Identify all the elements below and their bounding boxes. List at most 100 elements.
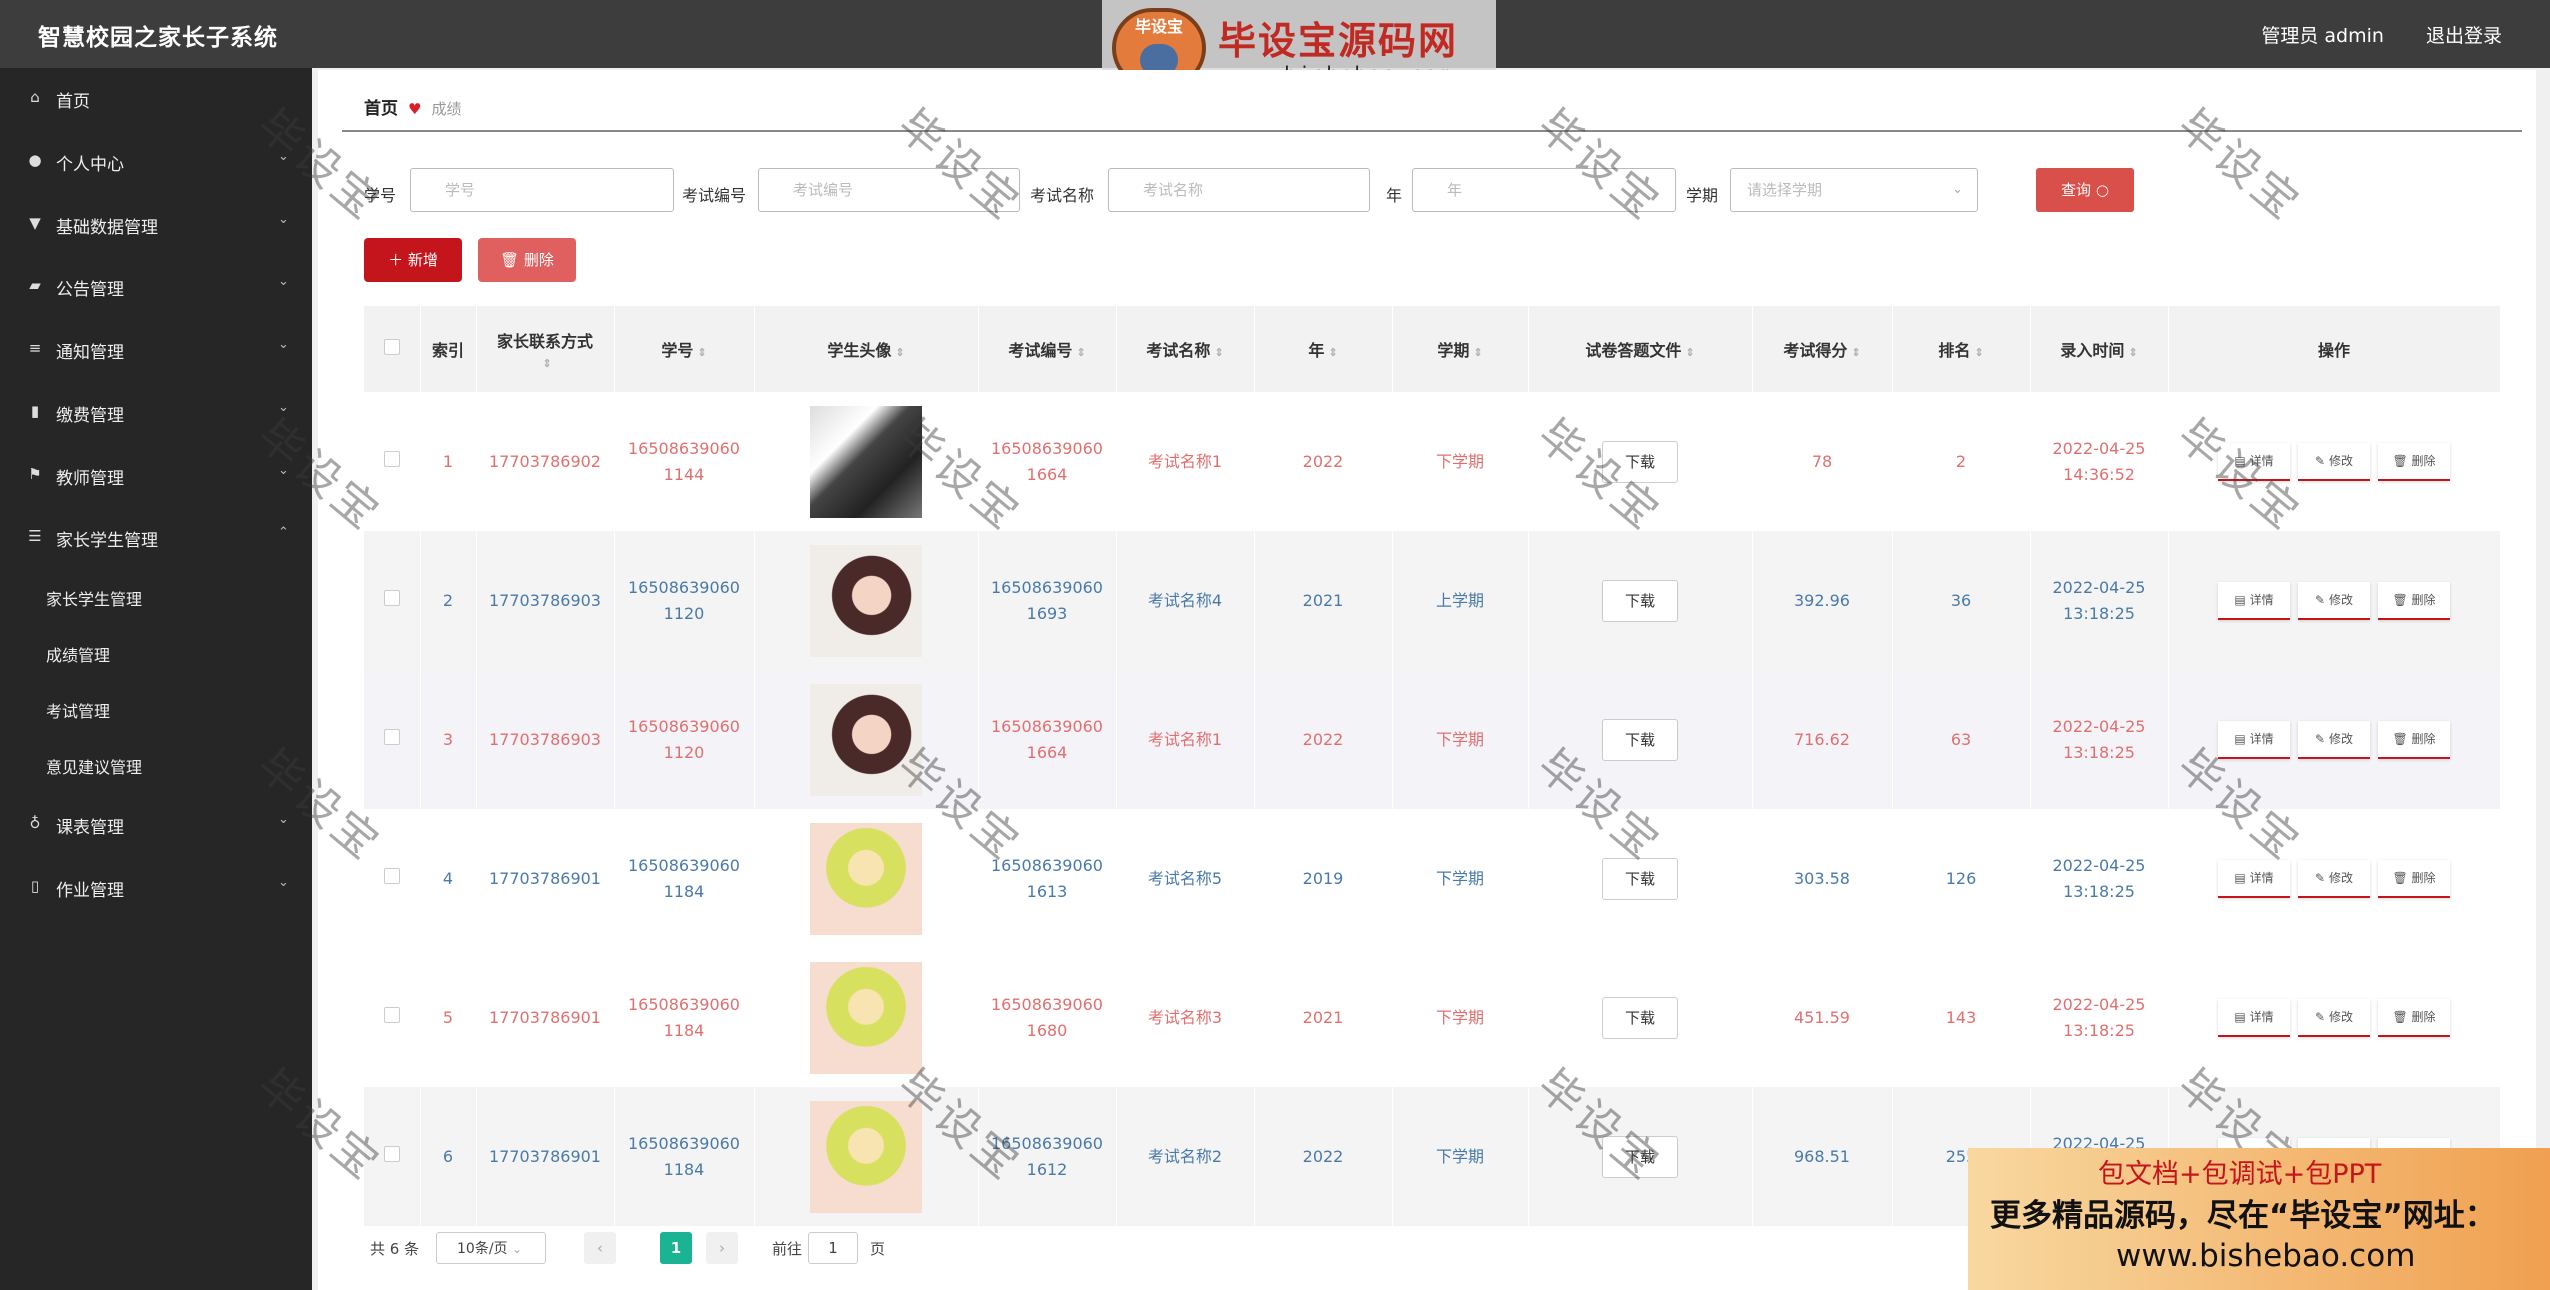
sidebar-item-1[interactable]: ⌂ 首页 [0,78,312,118]
download-button[interactable]: 下载 [1602,718,1678,761]
logout-link[interactable]: 退出登录 [2426,25,2502,47]
sidebar-item-label: 基础数据管理 [56,218,158,238]
current-page-button[interactable]: 1 [660,1232,692,1264]
edit-button[interactable]: ✎ 修改 [2298,859,2370,898]
row-checkbox[interactable] [383,450,400,467]
prev-page-button[interactable]: ‹ [584,1232,616,1264]
sidebar-item-2[interactable]: ● 个人中心 ⌄ [0,141,312,181]
sidebar-item-9[interactable]: ♁ 课表管理 ⌄ [0,804,312,844]
exam-name-input[interactable] [1108,168,1370,212]
column-header[interactable]: 考试编号 ⇕ [978,306,1117,392]
edit-button[interactable]: ✎ 修改 [2298,998,2370,1037]
sort-icon[interactable]: ⇕ [697,346,706,359]
sort-icon[interactable]: ⇕ [1214,346,1223,359]
avatar-cell [754,392,979,531]
file-cell: 下载 [1528,670,1753,809]
student-id-input[interactable] [410,168,674,212]
sort-icon[interactable]: ⇕ [895,346,904,359]
student-avatar-image[interactable] [810,405,922,518]
sidebar-item-10[interactable]: ▯ 作业管理 ⌄ [0,867,312,907]
sidebar-subitem-4[interactable]: 意见建议管理 [46,754,142,778]
column-header[interactable]: 年 ⇕ [1254,306,1393,392]
sort-icon[interactable]: ⇕ [1974,346,1983,359]
sidebar-subitem-2[interactable]: 成绩管理 [46,642,110,666]
column-header[interactable]: 试卷答题文件 ⇕ [1528,306,1753,392]
page-size-select[interactable]: 10条/页 ⌄ [436,1232,546,1264]
student-avatar-image[interactable] [810,961,922,1074]
sidebar-subitem-3[interactable]: 考试管理 [46,698,110,722]
sidebar-subitem-1[interactable]: 家长学生管理 [46,586,142,610]
row-checkbox[interactable] [383,1145,400,1162]
sort-icon[interactable]: ⇕ [2128,346,2137,359]
download-button[interactable]: 下载 [1602,579,1678,622]
row-checkbox[interactable] [383,589,400,606]
column-header[interactable]: 学生头像 ⇕ [754,306,979,392]
download-button[interactable]: 下载 [1602,996,1678,1039]
download-button[interactable]: 下载 [1602,440,1678,483]
row-delete-button[interactable]: 🗑 删除 [2378,442,2450,481]
detail-button[interactable]: ▤ 详情 [2218,859,2290,898]
sidebar-item-5[interactable]: ≡ 通知管理 ⌄ [0,329,312,369]
sidebar-item-label: 缴费管理 [56,406,124,426]
term-select[interactable]: 请选择学期 ⌄ [1730,168,1978,212]
student-id-cell: 165086390601184 [614,948,755,1087]
download-button[interactable]: 下载 [1602,857,1678,900]
row-checkbox[interactable] [383,1006,400,1023]
sort-icon[interactable]: ⇕ [1851,346,1860,359]
query-button[interactable]: 查询 ○ [2036,168,2134,212]
sort-icon[interactable]: ⇕ [1076,346,1085,359]
edit-button[interactable]: ✎ 修改 [2298,442,2370,481]
sidebar-item-6[interactable]: ▮ 缴费管理 ⌄ [0,392,312,432]
year-input[interactable] [1412,168,1676,212]
row-checkbox[interactable] [383,867,400,884]
sort-icon[interactable]: ⇕ [1328,346,1337,359]
index-cell: 1 [420,392,477,531]
column-header[interactable]: 排名 ⇕ [1892,306,2031,392]
exam-id-cell: 165086390601693 [978,531,1117,670]
row-checkbox[interactable] [383,728,400,745]
detail-button[interactable]: ▤ 详情 [2218,998,2290,1037]
index-cell: 5 [420,948,477,1087]
column-header[interactable]: 学号 ⇕ [614,306,755,392]
breadcrumb: 首页 ♥ 成绩 [364,94,461,119]
sidebar-item-8[interactable]: ☰ 家长学生管理 ⌃ [0,517,312,557]
column-header[interactable]: 录入时间 ⇕ [2030,306,2169,392]
select-all-checkbox[interactable] [383,339,400,355]
row-delete-button[interactable]: 🗑 删除 [2378,859,2450,898]
column-header[interactable]: 家长联系方式 ⇕ [476,306,615,392]
student-avatar-image[interactable] [810,683,922,796]
next-page-button[interactable]: › [706,1232,738,1264]
detail-button[interactable]: ▤ 详情 [2218,442,2290,481]
row-delete-button[interactable]: 🗑 删除 [2378,581,2450,620]
chevron-down-icon: ⌄ [511,1242,523,1256]
app-title: 智慧校园之家长子系统 [38,25,278,51]
file-cell: 下载 [1528,531,1753,670]
promo-banner[interactable]: 包文档+包调试+包PPT 更多精品源码，尽在“毕设宝”网址： www.bishe… [1968,1148,2550,1290]
exam-id-input[interactable] [758,168,1020,212]
sort-icon[interactable]: ⇕ [542,357,551,370]
sidebar-item-7[interactable]: ⚑ 教师管理 ⌄ [0,455,312,495]
student-avatar-image[interactable] [810,1100,922,1213]
index-cell: 6 [420,1087,477,1226]
breadcrumb-home[interactable]: 首页 [364,99,398,119]
sidebar-item-3[interactable]: ▼ 基础数据管理 ⌄ [0,204,312,244]
row-delete-button[interactable]: 🗑 删除 [2378,720,2450,759]
sort-icon[interactable]: ⇕ [1473,346,1482,359]
column-header[interactable]: 学期 ⇕ [1392,306,1529,392]
student-avatar-image[interactable] [810,544,922,657]
column-header[interactable]: 考试得分 ⇕ [1752,306,1893,392]
add-button[interactable]: ＋ 新增 [364,238,462,282]
sort-icon[interactable]: ⇕ [1685,346,1694,359]
goto-page-input[interactable]: 1 [808,1232,858,1264]
sidebar-item-4[interactable]: ▰ 公告管理 ⌄ [0,266,312,306]
delete-button[interactable]: 🗑 删除 [478,238,576,282]
trash-icon: 🗑 [2392,731,2408,746]
download-button[interactable]: 下载 [1602,1135,1678,1178]
column-header[interactable]: 考试名称 ⇕ [1116,306,1255,392]
edit-button[interactable]: ✎ 修改 [2298,581,2370,620]
edit-button[interactable]: ✎ 修改 [2298,720,2370,759]
detail-button[interactable]: ▤ 详情 [2218,581,2290,620]
detail-button[interactable]: ▤ 详情 [2218,720,2290,759]
row-delete-button[interactable]: 🗑 删除 [2378,998,2450,1037]
student-avatar-image[interactable] [810,822,922,935]
